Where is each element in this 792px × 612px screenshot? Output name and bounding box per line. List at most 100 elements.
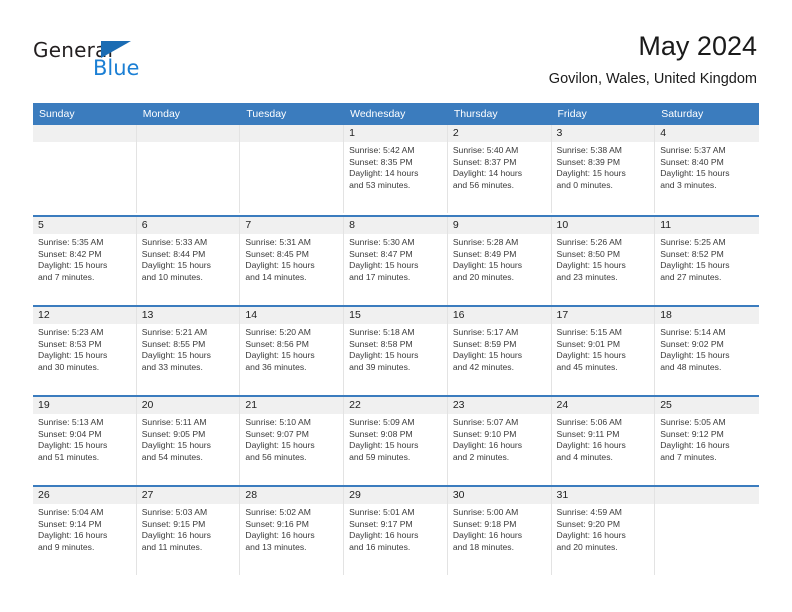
daylight-text-line1: Daylight: 16 hours bbox=[141, 530, 211, 541]
calendar-week-row: 1 Sunrise: 5:42 AM Sunset: 8:35 PM Daylight… bbox=[33, 125, 759, 215]
sunset-text: Sunset: 9:15 PM bbox=[141, 518, 206, 529]
day-sun-info: Sunrise: 5:00 AM Sunset: 9:18 PM Daylight:… bbox=[448, 504, 551, 553]
day-cell[interactable]: 12 Sunrise: 5:23 AM Sunset: 8:53 PM Dayligh… bbox=[33, 307, 137, 395]
calendar-week-row: 5 Sunrise: 5:35 AM Sunset: 8:42 PM Daylight… bbox=[33, 215, 759, 305]
day-cell[interactable]: 29 Sunrise: 5:01 AM Sunset: 9:17 PM Dayligh… bbox=[344, 487, 448, 575]
day-sun-info: Sunrise: 5:18 AM Sunset: 8:58 PM Daylight:… bbox=[344, 324, 447, 373]
sunset-text: Sunset: 9:14 PM bbox=[38, 518, 102, 529]
day-number: 3 bbox=[551, 125, 655, 142]
day-cell[interactable]: 2 Sunrise: 5:40 AM Sunset: 8:37 PM Daylight… bbox=[447, 125, 552, 213]
sunrise-text: Sunrise: 5:07 AM bbox=[452, 417, 519, 427]
day-number: 31 bbox=[551, 487, 655, 504]
daylight-text-line2: and 36 minutes. bbox=[245, 361, 307, 372]
day-cell[interactable]: 20 Sunrise: 5:11 AM Sunset: 9:05 PM Dayligh… bbox=[136, 397, 241, 485]
daylight-text-line2: and 33 minutes. bbox=[141, 361, 203, 372]
sunrise-text: Sunrise: 5:05 AM bbox=[660, 417, 726, 427]
sunrise-text: Sunrise: 5:31 AM bbox=[245, 237, 311, 247]
day-cell[interactable]: 10 Sunrise: 5:26 AM Sunset: 8:50 PM Dayligh… bbox=[551, 217, 656, 305]
day-sun-info: Sunrise: 5:07 AM Sunset: 9:10 PM Daylight:… bbox=[448, 414, 551, 463]
weekday-header-wednesday: Wednesday bbox=[350, 108, 406, 120]
weekday-header-sunday: Sunday bbox=[39, 108, 75, 120]
day-number: 15 bbox=[344, 307, 447, 324]
sunrise-text: Sunrise: 5:23 AM bbox=[38, 327, 104, 337]
daylight-text-line1: Daylight: 15 hours bbox=[38, 440, 108, 451]
sunrise-text: Sunrise: 5:01 AM bbox=[349, 507, 415, 517]
sunset-text: Sunset: 8:52 PM bbox=[660, 248, 724, 259]
day-number: 27 bbox=[136, 487, 240, 504]
day-cell[interactable]: 28 Sunrise: 5:02 AM Sunset: 9:16 PM Dayligh… bbox=[240, 487, 345, 575]
day-sun-info: Sunrise: 5:14 AM Sunset: 9:02 PM Daylight:… bbox=[655, 324, 759, 373]
daylight-text-line1: Daylight: 15 hours bbox=[245, 440, 315, 451]
calendar-week-row: 19 Sunrise: 5:13 AM Sunset: 9:04 PM Dayligh… bbox=[33, 395, 759, 485]
day-cell[interactable]: 15 Sunrise: 5:18 AM Sunset: 8:58 PM Dayligh… bbox=[344, 307, 448, 395]
general-blue-logo[interactable]: General Blue bbox=[33, 38, 183, 84]
day-sun-info: Sunrise: 5:42 AM Sunset: 8:35 PM Daylight:… bbox=[344, 142, 447, 191]
day-number: 21 bbox=[240, 397, 344, 414]
day-cell[interactable]: 5 Sunrise: 5:35 AM Sunset: 8:42 PM Daylight… bbox=[33, 217, 137, 305]
day-cell[interactable]: 25 Sunrise: 5:05 AM Sunset: 9:12 PM Dayligh… bbox=[655, 397, 759, 485]
day-number: 4 bbox=[655, 125, 759, 142]
day-number bbox=[655, 487, 759, 504]
daylight-text-line2: and 51 minutes. bbox=[38, 451, 100, 462]
daylight-text-line1: Daylight: 15 hours bbox=[660, 168, 730, 179]
day-sun-info: Sunrise: 5:02 AM Sunset: 9:16 PM Daylight:… bbox=[240, 504, 343, 553]
daylight-text-line2: and 53 minutes. bbox=[349, 179, 411, 190]
day-cell[interactable]: 24 Sunrise: 5:06 AM Sunset: 9:11 PM Dayligh… bbox=[551, 397, 656, 485]
day-cell[interactable]: 6 Sunrise: 5:33 AM Sunset: 8:44 PM Daylight… bbox=[136, 217, 241, 305]
day-cell[interactable]: 26 Sunrise: 5:04 AM Sunset: 9:14 PM Dayligh… bbox=[33, 487, 137, 575]
sunrise-text: Sunrise: 5:38 AM bbox=[556, 145, 622, 155]
day-sun-info: Sunrise: 5:37 AM Sunset: 8:40 PM Daylight:… bbox=[655, 142, 759, 191]
day-cell[interactable]: 11 Sunrise: 5:25 AM Sunset: 8:52 PM Dayligh… bbox=[655, 217, 759, 305]
day-sun-info: Sunrise: 5:25 AM Sunset: 8:52 PM Daylight:… bbox=[655, 234, 759, 283]
day-sun-info: Sunrise: 5:17 AM Sunset: 8:59 PM Daylight:… bbox=[448, 324, 551, 373]
day-cell[interactable]: 23 Sunrise: 5:07 AM Sunset: 9:10 PM Dayligh… bbox=[447, 397, 552, 485]
day-number: 10 bbox=[551, 217, 655, 234]
title-block: May 2024 Govilon, Wales, United Kingdom bbox=[549, 30, 757, 89]
day-cell[interactable]: 8 Sunrise: 5:30 AM Sunset: 8:47 PM Daylight… bbox=[344, 217, 448, 305]
sunset-text: Sunset: 9:05 PM bbox=[141, 428, 206, 439]
sunset-text: Sunset: 8:49 PM bbox=[452, 248, 517, 259]
day-cell[interactable]: 18 Sunrise: 5:14 AM Sunset: 9:02 PM Dayligh… bbox=[655, 307, 759, 395]
day-cell[interactable]: 9 Sunrise: 5:28 AM Sunset: 8:49 PM Daylight… bbox=[447, 217, 552, 305]
calendar-week-row: 26 Sunrise: 5:04 AM Sunset: 9:14 PM Dayligh… bbox=[33, 485, 759, 575]
day-sun-info: Sunrise: 5:23 AM Sunset: 8:53 PM Daylight:… bbox=[33, 324, 136, 373]
day-cell[interactable]: 7 Sunrise: 5:31 AM Sunset: 8:45 PM Daylight… bbox=[240, 217, 345, 305]
day-cell[interactable]: 14 Sunrise: 5:20 AM Sunset: 8:56 PM Dayligh… bbox=[240, 307, 345, 395]
day-cell[interactable]: 4 Sunrise: 5:37 AM Sunset: 8:40 PM Daylight… bbox=[655, 125, 759, 213]
day-cell[interactable]: 19 Sunrise: 5:13 AM Sunset: 9:04 PM Dayligh… bbox=[33, 397, 137, 485]
day-cell[interactable]: 27 Sunrise: 5:03 AM Sunset: 9:15 PM Dayligh… bbox=[136, 487, 241, 575]
day-cell[interactable]: 1 Sunrise: 5:42 AM Sunset: 8:35 PM Daylight… bbox=[344, 125, 448, 213]
calendar-weeks: 1 Sunrise: 5:42 AM Sunset: 8:35 PM Daylight… bbox=[33, 125, 759, 575]
day-cell[interactable]: 16 Sunrise: 5:17 AM Sunset: 8:59 PM Dayligh… bbox=[447, 307, 552, 395]
sunset-text: Sunset: 8:56 PM bbox=[245, 338, 309, 349]
day-number: 14 bbox=[240, 307, 344, 324]
day-sun-info: Sunrise: 5:31 AM Sunset: 8:45 PM Daylight:… bbox=[240, 234, 343, 283]
day-number: 24 bbox=[551, 397, 655, 414]
day-sun-info: Sunrise: 5:10 AM Sunset: 9:07 PM Daylight:… bbox=[240, 414, 343, 463]
day-cell[interactable]: 17 Sunrise: 5:15 AM Sunset: 9:01 PM Dayligh… bbox=[551, 307, 656, 395]
sunset-text: Sunset: 8:50 PM bbox=[556, 248, 621, 259]
sunset-text: Sunset: 8:58 PM bbox=[349, 338, 413, 349]
sunrise-text: Sunrise: 5:17 AM bbox=[452, 327, 519, 337]
sunrise-text: Sunrise: 5:25 AM bbox=[660, 237, 726, 247]
day-number: 25 bbox=[655, 397, 759, 414]
daylight-text-line1: Daylight: 15 hours bbox=[38, 260, 108, 271]
daylight-text-line2: and 23 minutes. bbox=[556, 271, 618, 282]
day-number: 1 bbox=[344, 125, 447, 142]
day-cell[interactable]: 31 Sunrise: 4:59 AM Sunset: 9:20 PM Dayligh… bbox=[551, 487, 656, 575]
daylight-text-line1: Daylight: 15 hours bbox=[660, 260, 730, 271]
weekday-header-monday: Monday bbox=[142, 108, 181, 120]
day-cell[interactable]: 3 Sunrise: 5:38 AM Sunset: 8:39 PM Daylight… bbox=[551, 125, 656, 213]
day-cell[interactable]: 22 Sunrise: 5:09 AM Sunset: 9:08 PM Dayligh… bbox=[344, 397, 448, 485]
day-cell[interactable]: 30 Sunrise: 5:00 AM Sunset: 9:18 PM Dayligh… bbox=[447, 487, 552, 575]
day-sun-info: Sunrise: 5:40 AM Sunset: 8:37 PM Daylight:… bbox=[448, 142, 551, 191]
sunrise-text: Sunrise: 5:09 AM bbox=[349, 417, 415, 427]
day-sun-info: Sunrise: 5:03 AM Sunset: 9:15 PM Daylight:… bbox=[137, 504, 240, 553]
daylight-text-line2: and 18 minutes. bbox=[452, 541, 514, 552]
day-cell[interactable]: 13 Sunrise: 5:21 AM Sunset: 8:55 PM Dayligh… bbox=[136, 307, 241, 395]
day-sun-info: Sunrise: 5:30 AM Sunset: 8:47 PM Daylight:… bbox=[344, 234, 447, 283]
daylight-text-line2: and 20 minutes. bbox=[452, 271, 514, 282]
sunset-text: Sunset: 8:40 PM bbox=[660, 156, 724, 167]
daylight-text-line2: and 45 minutes. bbox=[556, 361, 618, 372]
day-cell[interactable]: 21 Sunrise: 5:10 AM Sunset: 9:07 PM Dayligh… bbox=[240, 397, 345, 485]
